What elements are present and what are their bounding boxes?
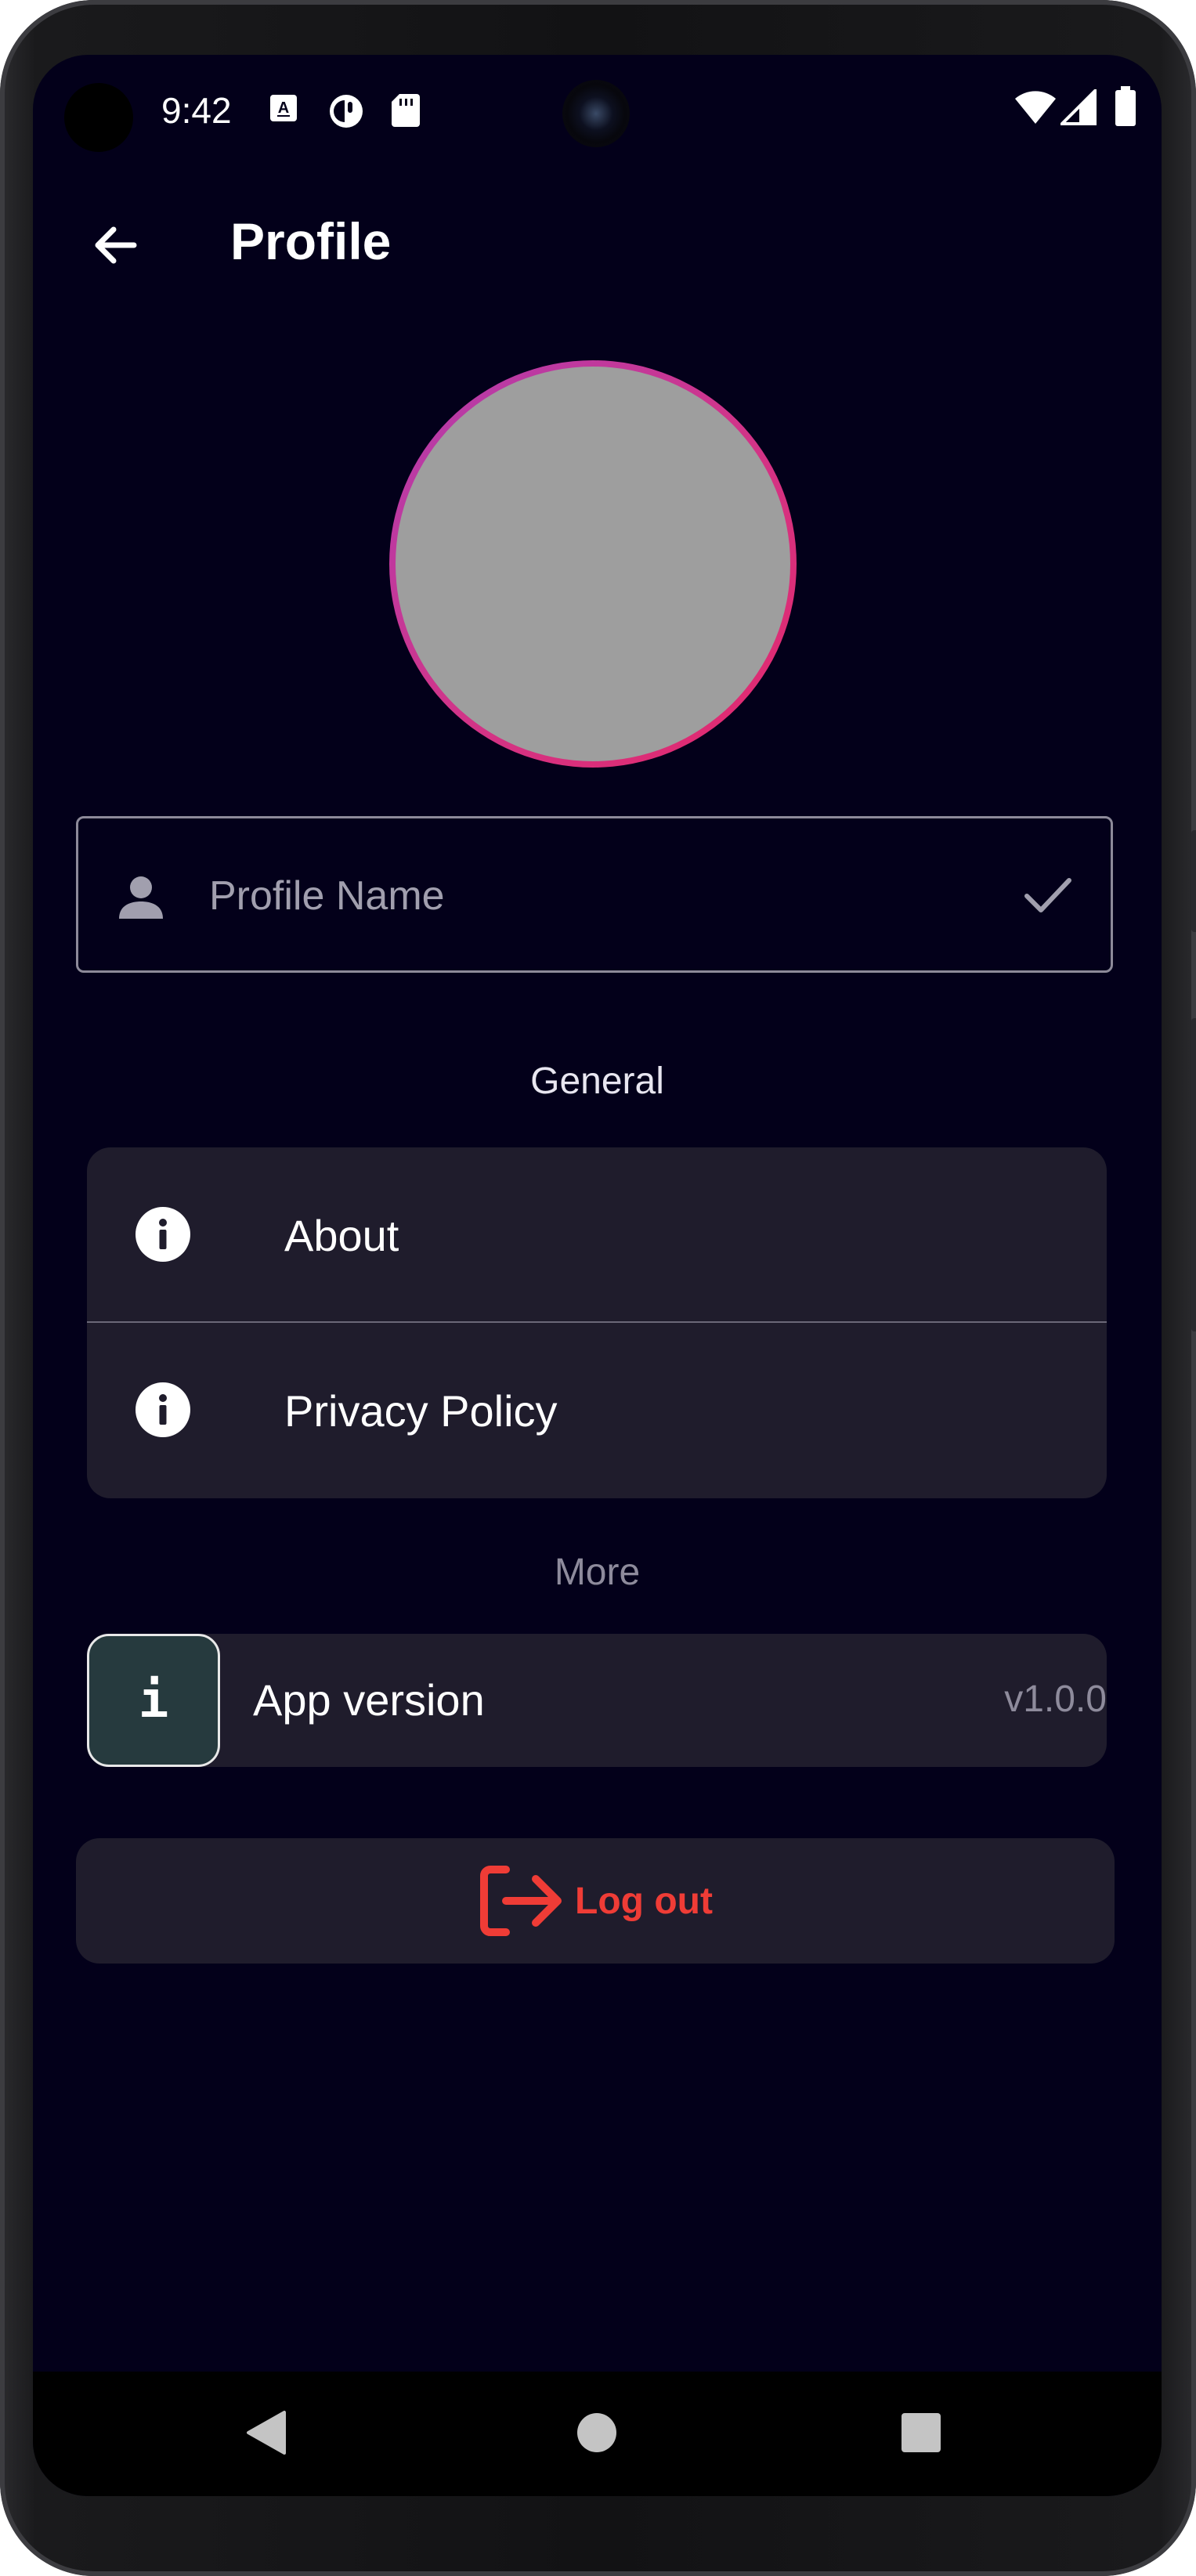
general-card: About Privacy Policy	[87, 1147, 1107, 1498]
check-icon	[1022, 869, 1074, 925]
nav-recents-button[interactable]	[882, 2403, 960, 2466]
privacy-policy-item[interactable]: Privacy Policy	[87, 1323, 1107, 1497]
side-button-top	[1191, 830, 1196, 932]
side-button-volume	[1191, 1018, 1196, 1331]
profile-name-input[interactable]	[208, 858, 978, 934]
status-bar: 9:42 A	[33, 55, 1162, 172]
logout-label: Log out	[575, 1880, 713, 1922]
svg-text:A: A	[278, 99, 289, 117]
back-triangle-icon	[245, 2409, 287, 2460]
circle-half-icon	[327, 92, 365, 134]
nav-back-button[interactable]	[227, 2403, 305, 2466]
recents-square-icon	[900, 2412, 942, 2458]
logout-button[interactable]: Log out	[76, 1838, 1115, 1964]
confirm-name-button[interactable]	[1017, 865, 1079, 928]
nav-home-button[interactable]	[558, 2403, 636, 2466]
page-title: Profile	[230, 212, 392, 270]
logout-icon	[478, 1863, 564, 1938]
app-version-label: App version	[253, 1675, 485, 1725]
about-label: About	[284, 1211, 399, 1260]
status-time: 9:42	[161, 90, 232, 131]
avatar-placeholder	[396, 367, 790, 761]
app-version-value: v1.0.0	[1004, 1678, 1107, 1720]
section-title-general: General	[530, 1060, 664, 1102]
version-info-icon: i	[87, 1634, 220, 1767]
avatar[interactable]	[389, 360, 797, 768]
info-icon	[134, 1381, 192, 1443]
app-version-row: i App version v1.0.0	[87, 1634, 1107, 1767]
camera-cutout-left	[64, 83, 133, 152]
section-title-more: More	[554, 1552, 641, 1593]
battery-icon	[1114, 86, 1137, 131]
phone-frame: 9:42 A Profile Profile Name General Abou…	[0, 0, 1196, 2576]
info-icon	[134, 1205, 192, 1267]
system-nav-bar	[33, 2372, 1162, 2496]
profile-name-field[interactable]	[76, 816, 1113, 973]
about-item[interactable]: About	[87, 1147, 1107, 1321]
font-download-icon: A	[268, 92, 299, 128]
privacy-policy-label: Privacy Policy	[284, 1386, 558, 1436]
screen: 9:42 A Profile Profile Name General Abou…	[33, 55, 1162, 2496]
sd-card-icon	[390, 92, 421, 132]
wifi-icon	[1014, 89, 1057, 129]
person-icon	[116, 872, 166, 926]
back-button[interactable]	[72, 204, 158, 290]
signal-icon	[1058, 87, 1097, 129]
arrow-left-icon	[90, 220, 140, 274]
home-circle-icon	[576, 2412, 618, 2458]
front-camera	[562, 80, 630, 147]
